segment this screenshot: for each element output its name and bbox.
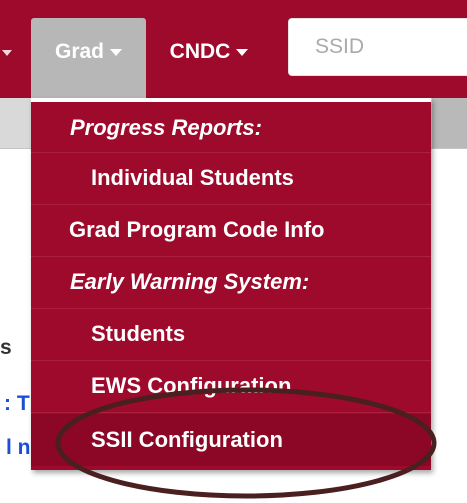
dropdown-header-label: Progress Reports: — [70, 115, 262, 140]
menu-item-ssii-configuration[interactable]: SSII Configuration — [31, 414, 431, 466]
menu-item-label: SSII Configuration — [91, 427, 283, 452]
caret-down-icon — [2, 50, 12, 56]
nav-menu-cndc-label: CNDC — [169, 40, 231, 63]
menu-item-label: Individual Students — [91, 165, 294, 190]
background-link-fragment[interactable]: l n — [6, 436, 31, 460]
dropdown-header-early-warning-system: Early Warning System: — [31, 256, 431, 308]
background-text-fragment: s — [0, 336, 12, 359]
menu-item-individual-students[interactable]: Individual Students — [31, 152, 431, 204]
dropdown-header-progress-reports: Progress Reports: — [31, 102, 431, 154]
menu-item-label: Grad Program Code Info — [69, 217, 325, 242]
background-link-fragment[interactable]: : T — [4, 392, 30, 416]
grad-dropdown-menu: Progress Reports: Individual Students Gr… — [31, 98, 431, 470]
nav-menu-grad[interactable]: Grad — [31, 18, 146, 98]
caret-down-icon — [110, 48, 122, 56]
dropdown-header-label: Early Warning System: — [70, 269, 310, 294]
nav-menu-cndc[interactable]: CNDC — [150, 18, 268, 98]
top-navbar: Grad CNDC — [0, 0, 467, 98]
menu-item-students[interactable]: Students — [31, 308, 431, 360]
menu-item-grad-program-code-info[interactable]: Grad Program Code Info — [31, 204, 431, 256]
menu-item-label: Students — [91, 321, 186, 346]
ssid-search-input[interactable] — [288, 18, 467, 76]
menu-item-ews-configuration[interactable]: EWS Configuration — [31, 360, 431, 412]
menu-item-label: EWS Configuration — [91, 373, 292, 398]
caret-down-icon — [236, 48, 249, 56]
menu-divider — [31, 412, 431, 413]
toolbar-button[interactable] — [432, 98, 467, 148]
nav-menu-grad-label: Grad — [54, 40, 104, 63]
